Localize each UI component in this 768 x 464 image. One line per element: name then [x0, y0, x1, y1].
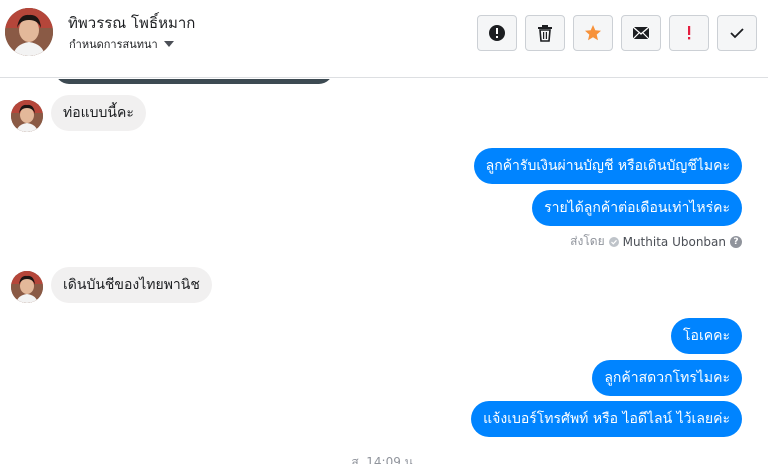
- manage-conversation-dropdown[interactable]: กำหนดการสนทนา: [69, 35, 174, 53]
- help-icon[interactable]: ?: [730, 235, 742, 248]
- conversation-actions: [477, 15, 757, 51]
- sent-by-agent[interactable]: Muthita Ubonban: [623, 235, 726, 249]
- conversation-header: ทิพวรรณ โพธิ์หมาก กำหนดการสนทนา: [0, 0, 768, 78]
- contact-name[interactable]: ทิพวรรณ โพธิ์หมาก: [68, 11, 195, 35]
- manage-conversation-label: กำหนดการสนทนา: [69, 38, 158, 51]
- message-thread[interactable]: ท่อแบบนี้คะ ลูกค้ารับเงินผ่านบัญชี หรือเ…: [0, 79, 768, 464]
- follow-up-button[interactable]: [669, 15, 709, 51]
- check-circle-icon: [608, 236, 619, 247]
- delete-button[interactable]: [525, 15, 565, 51]
- envelope-icon: [632, 26, 650, 40]
- mark-spam-button[interactable]: [477, 15, 517, 51]
- outgoing-message[interactable]: แจ้งเบอร์โทรศัพท์ หรือ ไอดีไลน์ ไว้เลยค่…: [471, 401, 742, 437]
- mark-unread-button[interactable]: [621, 15, 661, 51]
- outgoing-message[interactable]: รายได้ลูกค้าต่อเดือนเท่าไหร่คะ: [532, 190, 742, 226]
- chevron-down-icon: [163, 41, 174, 47]
- message-timestamp: ส. 14:09 น.: [351, 455, 417, 464]
- sent-by-label: ส่งโดย Muthita Ubonban ?: [570, 232, 742, 251]
- sent-by-prefix: ส่งโดย: [570, 234, 605, 248]
- exclamation-mark-icon: [688, 26, 691, 40]
- contact-avatar-small: [11, 271, 43, 303]
- incoming-message[interactable]: ท่อแบบนี้คะ: [51, 95, 146, 131]
- trash-icon: [538, 25, 552, 42]
- previous-image-attachment[interactable]: [55, 79, 333, 84]
- checkmark-icon: [730, 28, 744, 39]
- outgoing-message[interactable]: โอเคคะ: [671, 318, 742, 354]
- outgoing-message[interactable]: ลูกค้าสดวกโทรไมคะ: [592, 360, 742, 396]
- star-icon: [585, 25, 601, 41]
- contact-avatar[interactable]: [5, 8, 53, 56]
- outgoing-message[interactable]: ลูกค้ารับเงินผ่านบัญชี หรือเดินบัญชีไมคะ: [473, 148, 742, 184]
- mark-done-button[interactable]: [717, 15, 757, 51]
- star-button[interactable]: [573, 15, 613, 51]
- incoming-message[interactable]: เดินบันชีของไทยพานิช: [51, 267, 212, 303]
- contact-avatar-small: [11, 100, 43, 132]
- exclamation-circle-icon: [489, 25, 505, 41]
